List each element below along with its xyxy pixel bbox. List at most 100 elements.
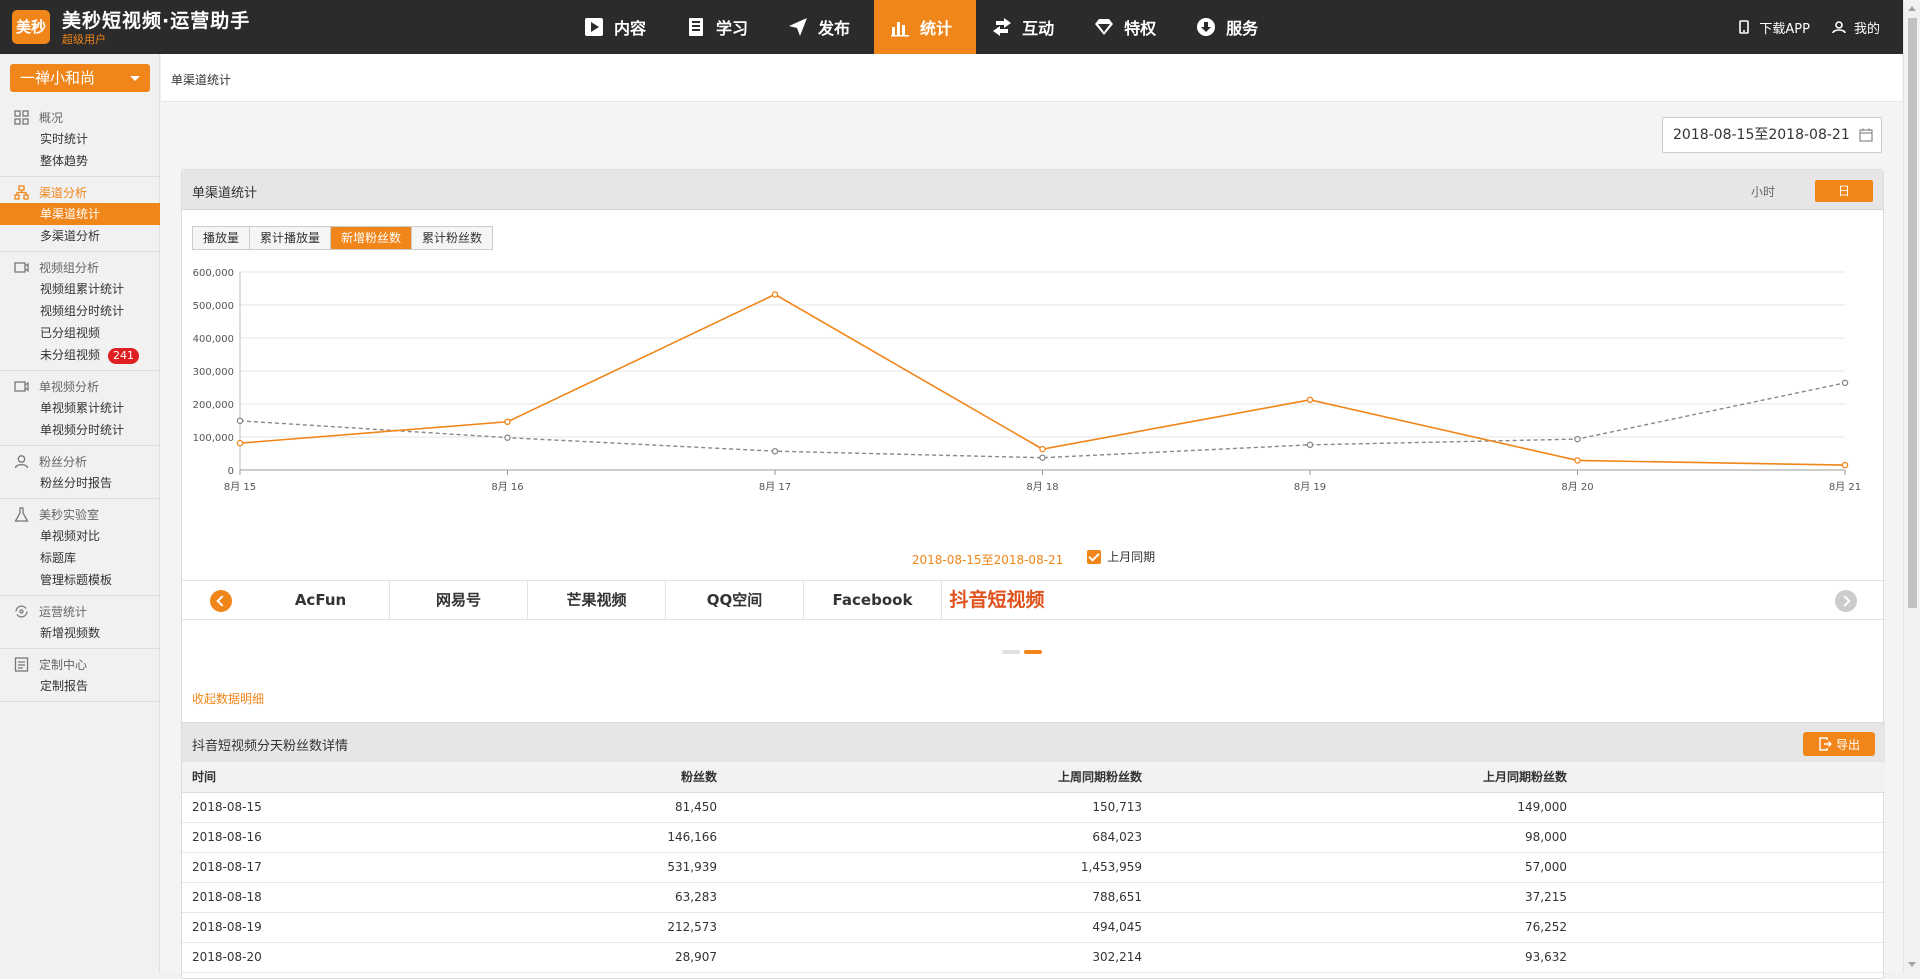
sidebar-group-label: 单视频分析 bbox=[39, 379, 100, 394]
carousel-next-button[interactable] bbox=[1835, 590, 1857, 612]
sidebar-group-title[interactable]: 美秒实验室 bbox=[0, 503, 160, 525]
nav-service[interactable]: 服务 bbox=[1180, 0, 1282, 54]
column-header-fans[interactable]: 粉丝数 bbox=[462, 762, 717, 793]
nav-statistics[interactable]: 统计 bbox=[874, 0, 977, 54]
legend-compare[interactable]: 上月同期 bbox=[1087, 548, 1155, 565]
cell-spacer bbox=[1567, 882, 1885, 913]
cell-fans: 28,907 bbox=[462, 942, 717, 973]
tab-new-fans[interactable]: 新增粉丝数 bbox=[331, 227, 413, 249]
nav-privilege[interactable]: 特权 bbox=[1078, 0, 1180, 54]
sidebar-group-title[interactable]: 定制中心 bbox=[0, 653, 160, 675]
sidebar-item[interactable]: 视频组分时统计 bbox=[0, 300, 160, 322]
sidebar-item[interactable]: 新增视频数 bbox=[0, 622, 160, 644]
sidebar-group-title[interactable]: 粉丝分析 bbox=[0, 450, 160, 472]
sidebar-item-label: 未分组视频 bbox=[40, 348, 101, 362]
sidebar-item-label: 视频组累计统计 bbox=[40, 282, 125, 296]
data-point-compare bbox=[504, 434, 511, 441]
granularity-day-button[interactable]: 日 bbox=[1815, 180, 1873, 202]
sidebar-group-label: 视频组分析 bbox=[39, 260, 100, 275]
data-point-current bbox=[1841, 461, 1849, 469]
nav-interact[interactable]: 互动 bbox=[976, 0, 1078, 54]
sidebar-item-label: 多渠道分析 bbox=[40, 229, 101, 243]
tab-cumulative-plays[interactable]: 累计播放量 bbox=[250, 227, 332, 249]
sidebar-group-title[interactable]: 运营统计 bbox=[0, 600, 160, 622]
nav-label: 互动 bbox=[1022, 19, 1055, 38]
sidebar-item[interactable]: 单视频累计统计 bbox=[0, 397, 160, 419]
bar-chart-icon bbox=[888, 15, 912, 39]
breadcrumb[interactable]: 单渠道统计 bbox=[171, 71, 231, 88]
sidebar-item[interactable]: 管理标题模板 bbox=[0, 569, 160, 591]
my-account-link[interactable]: 我的 bbox=[1832, 18, 1880, 37]
platform-tab-qzone[interactable]: QQ空间 bbox=[666, 581, 804, 619]
platform-tab-netease[interactable]: 网易号 bbox=[390, 581, 528, 619]
carousel-dot-active[interactable] bbox=[1024, 650, 1042, 654]
breadcrumb-bar: 单渠道统计 bbox=[161, 54, 1902, 102]
document-icon bbox=[14, 656, 29, 672]
sidebar-item[interactable]: 单视频分时统计 bbox=[0, 419, 160, 441]
top-bar: 美秒 美秒短视频·运营助手 超级用户 内容 学习 发布 统计 互动 特权 服务 … bbox=[0, 0, 1920, 54]
nav-publish[interactable]: 发布 bbox=[772, 0, 874, 54]
legend-current-range[interactable]: 2018-08-15至2018-08-21 bbox=[912, 553, 1063, 567]
sidebar-group-title[interactable]: 视频组分析 bbox=[0, 256, 160, 278]
table-row: 2018-08-20 28,907 302,214 93,632 bbox=[182, 942, 1885, 973]
granularity-hour-button[interactable]: 小时 bbox=[1751, 183, 1775, 200]
x-tick-label: 8月 20 bbox=[1561, 481, 1593, 493]
cycle-icon bbox=[15, 605, 28, 617]
sidebar-group-title[interactable]: 渠道分析 bbox=[0, 181, 160, 203]
sidebar-item[interactable]: 定制报告 bbox=[0, 675, 160, 697]
sidebar-group: 概况 实时统计 整体趋势 bbox=[0, 102, 160, 177]
x-tick-label: 8月 17 bbox=[759, 481, 791, 493]
sidebar-item[interactable]: 多渠道分析 bbox=[0, 225, 160, 247]
legend-compare-label: 上月同期 bbox=[1107, 550, 1156, 564]
column-header-last-month[interactable]: 上月同期粉丝数 bbox=[1142, 762, 1567, 793]
sidebar-item[interactable]: 标题库 bbox=[0, 547, 160, 569]
platform-tab-acfun[interactable]: AcFun bbox=[252, 581, 390, 619]
collapse-details-link[interactable]: 收起数据明细 bbox=[192, 690, 264, 707]
checkbox-icon[interactable] bbox=[1087, 549, 1102, 564]
column-header-date[interactable]: 时间 bbox=[182, 762, 462, 793]
sidebar-item[interactable]: 视频组累计统计 bbox=[0, 278, 160, 300]
platform-tab-facebook[interactable]: Facebook bbox=[804, 581, 942, 619]
sidebar-group-title[interactable]: 概况 bbox=[0, 106, 160, 128]
tab-cumulative-fans[interactable]: 累计粉丝数 bbox=[412, 227, 493, 249]
scrollbar-thumb[interactable] bbox=[1908, 18, 1917, 608]
tab-plays[interactable]: 播放量 bbox=[193, 227, 251, 249]
nav-learn[interactable]: 学习 bbox=[670, 0, 772, 54]
platform-tab-mango[interactable]: 芒果视频 bbox=[528, 581, 666, 619]
y-tick-label: 200,000 bbox=[193, 400, 234, 411]
sidebar-item[interactable]: 单视频对比 bbox=[0, 525, 160, 547]
video-icon bbox=[14, 380, 29, 392]
export-icon bbox=[1819, 737, 1832, 751]
export-button[interactable]: 导出 bbox=[1803, 732, 1875, 756]
sidebar-item[interactable]: 单渠道统计 bbox=[0, 203, 160, 225]
carousel-prev-button[interactable] bbox=[210, 590, 232, 612]
sidebar-item[interactable]: 实时统计 bbox=[0, 128, 160, 150]
carousel-dot[interactable] bbox=[1002, 650, 1020, 654]
user-icon bbox=[1832, 21, 1846, 34]
nav-content[interactable]: 内容 bbox=[568, 0, 670, 54]
user-level: 超级用户 bbox=[62, 33, 106, 46]
sidebar-group-title[interactable]: 单视频分析 bbox=[0, 375, 160, 397]
scroll-up-arrow-icon[interactable] bbox=[1908, 6, 1916, 11]
platform-tab-douyin[interactable]: 抖音短视频 bbox=[942, 581, 1052, 619]
cell-date: 2018-08-16 bbox=[182, 822, 462, 853]
sidebar-item-label: 管理标题模板 bbox=[40, 573, 113, 587]
sidebar-item[interactable]: 未分组视频 241 bbox=[0, 344, 160, 366]
sidebar-item[interactable]: 粉丝分时报告 bbox=[0, 472, 160, 494]
column-header-last-week[interactable]: 上周同期粉丝数 bbox=[717, 762, 1142, 793]
app-logo[interactable]: 美秒 bbox=[12, 10, 50, 44]
vertical-scrollbar[interactable] bbox=[1903, 0, 1920, 973]
account-select[interactable]: 一禅小和尚 bbox=[10, 64, 150, 92]
scroll-down-arrow-icon[interactable] bbox=[1908, 962, 1916, 967]
sidebar-item[interactable]: 已分组视频 bbox=[0, 322, 160, 344]
sidebar-item[interactable]: 整体趋势 bbox=[0, 150, 160, 172]
cell-fans: 81,450 bbox=[462, 792, 717, 823]
cell-last-month: 149,000 bbox=[1142, 792, 1567, 823]
download-app-link[interactable]: 下载APP bbox=[1737, 18, 1810, 37]
detail-header: 抖音短视频分天粉丝数详情 导出 bbox=[182, 722, 1885, 762]
date-range-picker[interactable]: 2018-08-15至2018-08-21 bbox=[1662, 117, 1882, 153]
sidebar-item-label: 已分组视频 bbox=[40, 326, 101, 340]
cell-last-week: 494,045 bbox=[717, 912, 1142, 943]
phone-icon bbox=[1739, 20, 1750, 34]
sidebar-group: 定制中心 定制报告 bbox=[0, 649, 160, 702]
